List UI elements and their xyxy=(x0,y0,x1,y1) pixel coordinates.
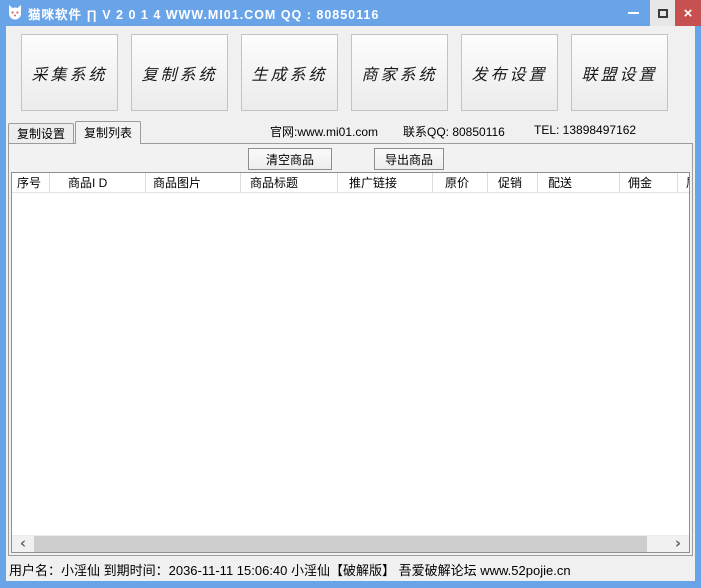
main-nav: 采集系统 复制系统 生成系统 商家系统 发布设置 联盟设置 xyxy=(6,26,695,111)
close-icon: × xyxy=(684,5,693,22)
scroll-right-button[interactable]: › xyxy=(667,536,689,552)
nav-button-alliance-settings[interactable]: 联盟设置 xyxy=(571,34,668,111)
qq-text: 联系QQ: 80850116 xyxy=(403,123,505,140)
scrollbar-thumb[interactable] xyxy=(34,536,647,552)
table-body-empty[interactable] xyxy=(12,193,689,535)
column-header-delivery[interactable]: 配送 xyxy=(538,173,620,192)
cat-app-icon xyxy=(7,5,23,21)
action-row: 清空商品 导出商品 xyxy=(9,144,692,172)
window-controls: × xyxy=(616,0,701,26)
column-header-image[interactable]: 商品图片 xyxy=(146,173,241,192)
app-window: 猫咪软件 ∏ V 2 0 1 4 WWW.MI01.COM QQ : 80850… xyxy=(0,0,701,588)
minimize-button[interactable] xyxy=(616,0,650,26)
column-header-promo[interactable]: 促销 xyxy=(488,173,538,192)
column-header-index[interactable]: 序号 xyxy=(12,173,50,192)
column-header-orig-price[interactable]: 原价 xyxy=(433,173,488,192)
window-body: 采集系统 复制系统 生成系统 商家系统 发布设置 联盟设置 复制设置 复制列表 … xyxy=(6,26,695,581)
minimize-icon xyxy=(628,12,639,14)
website-text: 官网:www.mi01.com xyxy=(270,123,378,140)
nav-button-publish-settings[interactable]: 发布设置 xyxy=(461,34,558,111)
scroll-left-button[interactable]: ‹ xyxy=(12,536,34,552)
close-button[interactable]: × xyxy=(675,0,701,26)
tab-strip: 复制设置 复制列表 官网:www.mi01.com 联系QQ: 80850116… xyxy=(6,120,695,143)
copy-list-panel: 清空商品 导出商品 序号 商品I D 商品图片 商品标题 推广链接 原价 促销 … xyxy=(8,143,693,556)
scrollbar-track[interactable] xyxy=(647,536,667,552)
column-header-promo-link[interactable]: 推广链接 xyxy=(338,173,433,192)
tab-copy-list[interactable]: 复制列表 xyxy=(75,121,141,144)
nav-button-collect[interactable]: 采集系统 xyxy=(21,34,118,111)
table-header-row: 序号 商品I D 商品图片 商品标题 推广链接 原价 促销 配送 佣金 属性 xyxy=(12,173,689,193)
column-header-product-id[interactable]: 商品I D xyxy=(50,173,146,192)
window-title: 猫咪软件 ∏ V 2 0 1 4 WWW.MI01.COM QQ : 80850… xyxy=(28,4,379,23)
product-table: 序号 商品I D 商品图片 商品标题 推广链接 原价 促销 配送 佣金 属性 ‹ xyxy=(11,172,690,553)
nav-button-generate[interactable]: 生成系统 xyxy=(241,34,338,111)
export-products-button[interactable]: 导出商品 xyxy=(374,148,444,170)
status-text: 用户名：小淫仙 到期时间：2036-11-11 15:06:40 小淫仙【破解版… xyxy=(9,560,571,579)
column-header-attribute[interactable]: 属性 xyxy=(678,173,689,192)
tab-copy-settings[interactable]: 复制设置 xyxy=(8,123,74,143)
column-header-commission[interactable]: 佣金 xyxy=(620,173,678,192)
clear-products-button[interactable]: 清空商品 xyxy=(248,148,332,170)
status-bar: 用户名：小淫仙 到期时间：2036-11-11 15:06:40 小淫仙【破解版… xyxy=(6,558,695,581)
horizontal-scrollbar: ‹ › xyxy=(12,535,689,552)
column-header-title[interactable]: 商品标题 xyxy=(241,173,338,192)
title-bar[interactable]: 猫咪软件 ∏ V 2 0 1 4 WWW.MI01.COM QQ : 80850… xyxy=(0,0,701,26)
maximize-icon xyxy=(658,9,668,18)
maximize-button[interactable] xyxy=(650,0,675,26)
nav-button-merchant[interactable]: 商家系统 xyxy=(351,34,448,111)
nav-button-copy[interactable]: 复制系统 xyxy=(131,34,228,111)
tel-text: TEL: 13898497162 xyxy=(534,123,636,137)
